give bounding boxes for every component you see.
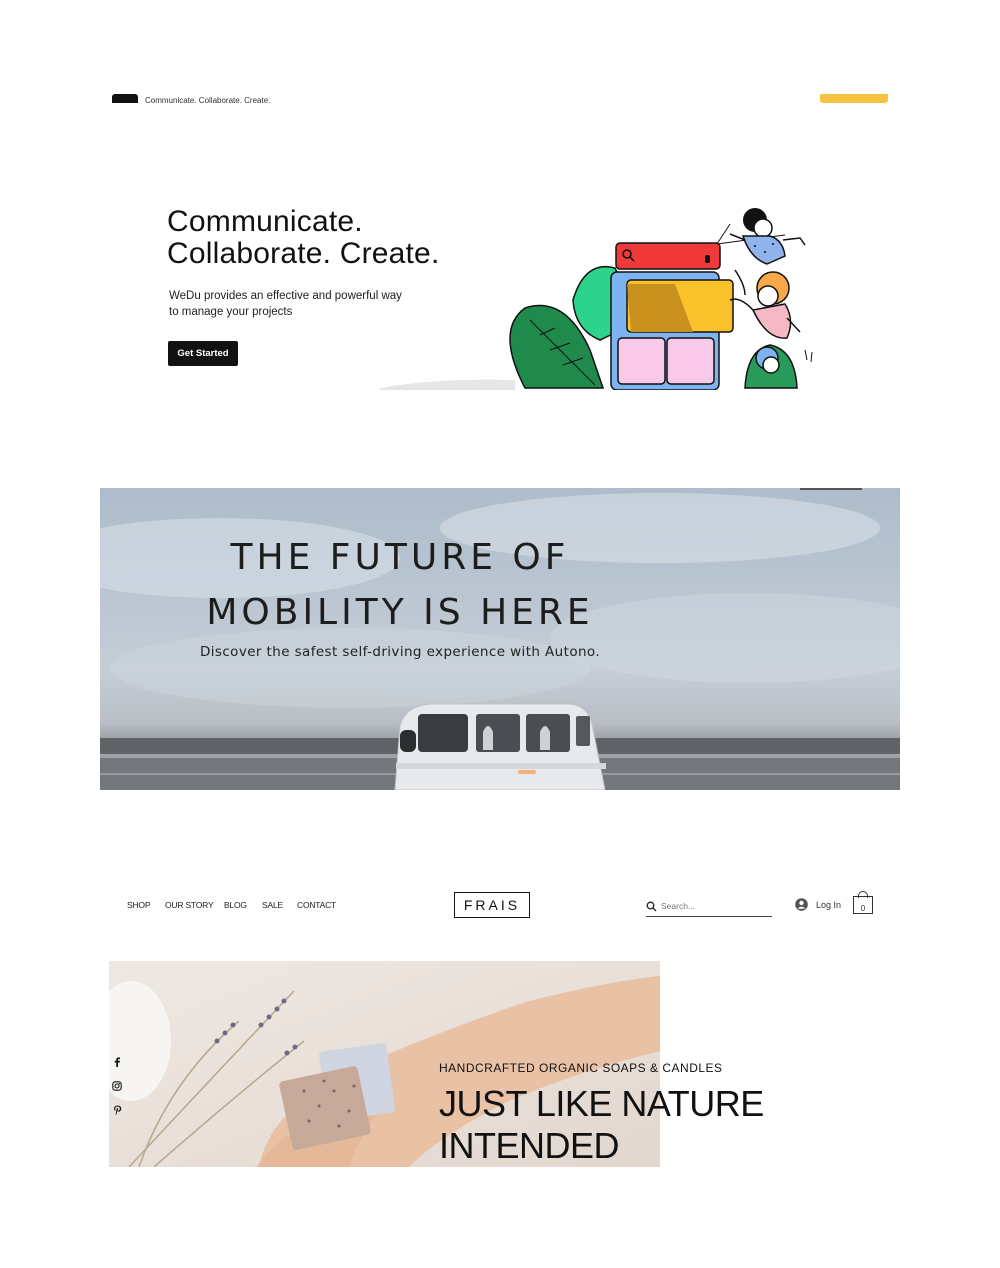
wedu-logo[interactable] [112, 94, 138, 103]
search-bar-graphic [615, 242, 721, 270]
search-icon [646, 901, 657, 911]
get-started-button[interactable]: Get Started [168, 341, 238, 366]
autono-headline-line1: THE FUTURE OF [230, 537, 570, 578]
collaboration-illustration [380, 208, 813, 390]
login-label: Log In [816, 899, 842, 910]
login-link[interactable]: Log In [795, 898, 841, 911]
page-root: Communicate. Collaborate. Create. Commun… [0, 0, 1000, 1268]
frais-logo[interactable]: FRAIS [454, 892, 530, 918]
frais-headline-line1: JUST LIKE NATURE [439, 1083, 764, 1124]
autono-subheadline: Discover the safest self-driving experie… [199, 644, 601, 660]
cart-count: 0 [860, 904, 866, 913]
person-figure-bottom [744, 344, 813, 389]
nav-shop[interactable]: SHOP [127, 900, 150, 910]
cart-icon[interactable]: 0 [853, 891, 873, 914]
user-avatar-icon [795, 898, 808, 911]
facebook-icon[interactable] [112, 1057, 122, 1070]
person-figure-top [729, 208, 806, 265]
person-figure-middle [729, 269, 801, 339]
nav-our-story[interactable]: OUR STORY [165, 900, 214, 910]
nav-contact[interactable]: CONTACT [297, 900, 336, 910]
nav-sale[interactable]: SALE [262, 900, 283, 910]
autono-headline-line2: MOBILITY IS HERE [206, 592, 594, 633]
pinterest-icon[interactable] [112, 1105, 122, 1118]
frais-headline: JUST LIKE NATURE INTENDED [439, 1083, 764, 1167]
search-box[interactable] [646, 896, 772, 917]
autono-headline: THE FUTURE OF MOBILITY IS HERE [0, 530, 800, 640]
wedu-title-line1: Communicate. [167, 205, 363, 238]
wedu-description: WeDu provides an effective and powerful … [169, 290, 402, 318]
autono-top-line [800, 488, 862, 490]
wedu-topbar-tagline: Communicate. Collaborate. Create. [145, 96, 271, 105]
instagram-icon[interactable] [112, 1081, 122, 1094]
frais-kicker: HANDCRAFTED ORGANIC SOAPS & CANDLES [439, 1061, 723, 1075]
nav-blog[interactable]: BLOG [224, 900, 247, 910]
autonomous-vehicle-graphic [394, 703, 606, 790]
frais-headline-line2: INTENDED [439, 1125, 620, 1166]
search-input[interactable] [661, 901, 761, 911]
wedu-topbar-button[interactable] [820, 94, 888, 103]
